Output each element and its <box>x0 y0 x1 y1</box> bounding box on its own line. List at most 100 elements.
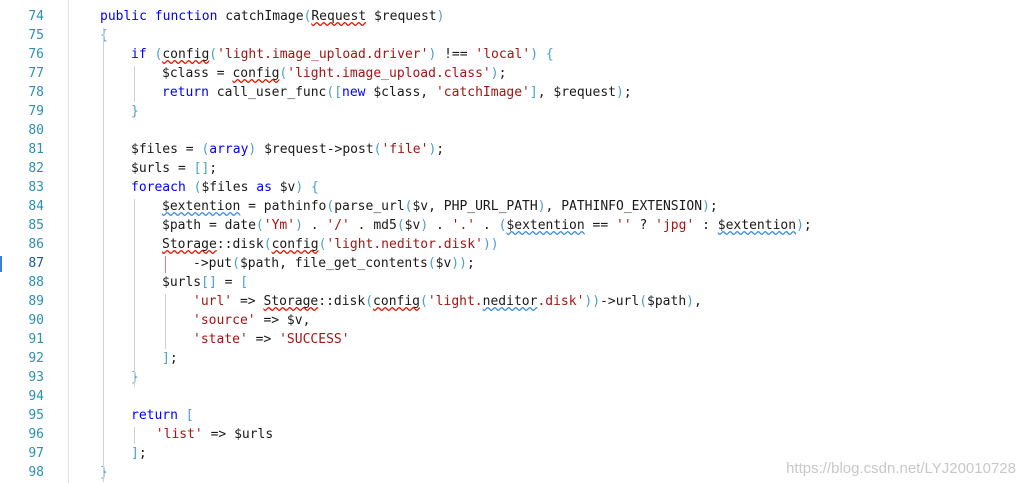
code-token: ) <box>530 47 539 62</box>
line-number: 78 <box>28 85 44 100</box>
code-token: ) <box>686 294 694 309</box>
indent-guide <box>134 66 135 102</box>
code-line[interactable]: } <box>131 102 139 121</box>
code-token: => <box>247 332 280 347</box>
code-token: parse_url <box>334 199 405 214</box>
code-token: ( <box>263 237 272 252</box>
indent-guide <box>165 256 166 273</box>
code-token: '/' <box>326 218 350 233</box>
code-token: ( <box>396 218 405 233</box>
code-token: catchImage <box>225 9 304 24</box>
code-token: $v <box>279 180 296 195</box>
code-line[interactable]: 'list' => $urls <box>156 425 273 444</box>
code-token: ] <box>529 85 538 100</box>
code-token: == <box>584 218 617 233</box>
code-token: ( <box>365 294 374 309</box>
code-line[interactable]: 'source' => $v, <box>193 311 310 330</box>
code-token: config <box>232 66 280 81</box>
code-line[interactable]: $urls = []; <box>131 159 217 178</box>
code-editor[interactable]: 74 75 76 77 78 79 80 81 82 83 84 85 86 87 88 89 90 91 92 93… <box>0 0 1024 483</box>
code-token: => $urls <box>202 427 274 442</box>
code-token: ; <box>709 199 718 214</box>
line-number: 85 <box>28 218 44 233</box>
code-token: { <box>545 47 554 62</box>
code-token: 'list' <box>155 427 203 442</box>
code-token: ( <box>420 294 428 309</box>
code-token: ; <box>138 446 147 461</box>
code-line[interactable]: 'state' => 'SUCCESS' <box>193 330 350 349</box>
code-line[interactable]: Storage::disk(config('light.neditor.disk… <box>162 235 499 254</box>
indent-guide <box>134 199 135 387</box>
code-token: , <box>694 294 702 309</box>
code-token: ) <box>436 9 445 24</box>
code-line[interactable]: $files = (array) $request->post('file'); <box>131 140 444 159</box>
code-token: => <box>232 294 264 309</box>
code-line[interactable]: $urls[] = [ <box>162 273 248 292</box>
code-token: ::disk <box>318 294 366 309</box>
indent-guide <box>134 427 135 444</box>
line-number: 84 <box>28 199 44 214</box>
code-line[interactable]: foreach ($files as $v) { <box>131 178 319 197</box>
code-token: $path <box>647 294 687 309</box>
code-token: $files <box>201 180 257 195</box>
code-area[interactable]: public function catchImage (Request $requ… <box>70 0 1020 483</box>
code-token: ] <box>131 446 139 461</box>
code-line[interactable]: ->put($path, file_get_contents($v)); <box>193 254 475 273</box>
code-line[interactable]: $extention = pathinfo(parse_url($v, PHP_… <box>162 197 718 216</box>
code-token: return <box>162 85 217 100</box>
code-line[interactable]: public function catchImage(Request $requ… <box>100 7 444 26</box>
code-token: neditor <box>482 294 538 309</box>
line-number: 94 <box>28 389 44 404</box>
code-token: ( <box>255 218 264 233</box>
code-token: 'source' <box>193 313 256 328</box>
code-token: '' <box>616 218 632 233</box>
code-token: as <box>256 180 280 195</box>
code-token: 'light. <box>427 294 483 309</box>
code-line[interactable]: return call_user_func([new $class, 'catc… <box>162 83 632 102</box>
code-token: )) <box>584 294 601 309</box>
code-token: ->url <box>600 294 640 309</box>
code-token: . <box>428 218 452 233</box>
code-line[interactable]: ]; <box>162 349 178 368</box>
code-token: 'file' <box>381 142 429 157</box>
code-line[interactable]: ]; <box>131 444 147 463</box>
code-token: 'state' <box>193 332 248 347</box>
code-token: . md5 <box>349 218 397 233</box>
gutter-divider <box>68 0 69 483</box>
code-token: ( <box>639 294 648 309</box>
code-token: ; <box>803 218 812 233</box>
code-token: if <box>131 47 155 62</box>
code-token: config <box>162 47 210 62</box>
code-token: ::disk <box>216 237 264 252</box>
code-token: call_user_func <box>216 85 327 100</box>
code-token: = <box>216 275 241 290</box>
code-token: ; <box>169 351 178 366</box>
line-number: 81 <box>28 142 44 157</box>
line-number: 82 <box>28 161 44 176</box>
code-token: $urls <box>162 275 202 290</box>
code-token: [ <box>240 275 249 290</box>
code-line[interactable]: $class = config('light.image_upload.clas… <box>162 64 506 83</box>
code-token: $path, file_get_contents <box>239 256 428 271</box>
code-line[interactable]: 'url' => Storage::disk(config('light.ned… <box>193 292 702 311</box>
code-token: )) <box>451 256 467 271</box>
code-token: ) <box>295 218 303 233</box>
code-line[interactable]: return [ <box>131 406 194 425</box>
code-token: = pathinfo <box>240 199 327 214</box>
code-token: $v <box>404 218 421 233</box>
code-line[interactable]: if (config('light.image_upload.driver') … <box>131 45 554 64</box>
code-token: , PATHINFO_EXTENSION <box>545 199 703 214</box>
code-token: 'local' <box>475 47 531 62</box>
code-token: config <box>271 237 319 252</box>
code-token: 'SUCCESS' <box>279 332 350 347</box>
code-token: array <box>209 142 249 157</box>
code-token: $v, PHP_URL_PATH <box>412 199 538 214</box>
code-token: $class = <box>162 66 233 81</box>
code-token: [] <box>193 161 210 176</box>
code-line[interactable]: $path = date('Ym') . '/' . md5($v) . '.'… <box>162 216 812 235</box>
line-number: 98 <box>28 465 44 480</box>
code-token: ) <box>537 199 546 214</box>
code-token: , $request <box>537 85 616 100</box>
code-token: foreach <box>131 180 194 195</box>
